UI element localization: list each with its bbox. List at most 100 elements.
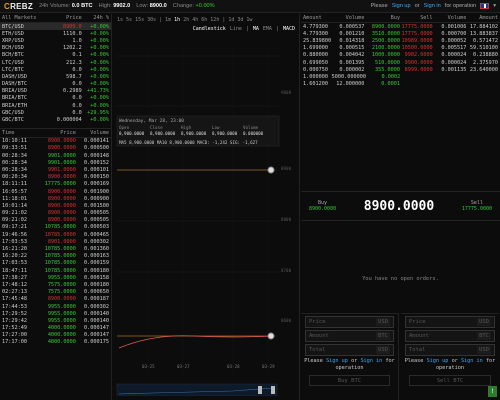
market-row[interactable]: LTC/USD 212.3 +0.00% xyxy=(0,59,111,66)
trade-time: 16:21:20 xyxy=(2,246,27,253)
sell-amount-input[interactable]: Amount BTC xyxy=(405,330,495,342)
orderbook-row[interactable]: 4.779300 0.000537 8900.0000 17775.0000 0.001… xyxy=(301,23,500,30)
trade-price: 9955.0000 xyxy=(47,274,76,281)
markets-header: All Markets Price 24h % xyxy=(0,15,111,23)
trade-volume: 0.000140 xyxy=(84,317,109,324)
logo[interactable]: CREBZ xyxy=(4,2,33,11)
sign-in-link[interactable]: Sign in xyxy=(424,3,441,9)
timeframe-1m[interactable]: 1m xyxy=(165,17,171,23)
price-chart[interactable]: Wednesday, Mar 28, 23:00 Open Close High Lo… xyxy=(113,36,300,396)
orderbook-row[interactable]: 1.699000 0.000515 2100.0000 10500.0000 0.005… xyxy=(301,45,500,52)
market-pair: BCH/BTC xyxy=(2,52,24,59)
timeframe-12h[interactable]: 12h xyxy=(210,17,219,23)
trade-volume: 0.000500 xyxy=(84,145,109,152)
timeframe-6h[interactable]: 6h xyxy=(201,17,207,23)
buy-total-input[interactable]: Total USD xyxy=(305,344,394,356)
market-change: +0.00% xyxy=(90,37,109,44)
market-row[interactable]: BCH/USD 1202.2 +0.00% xyxy=(0,45,111,52)
timeframe-5s[interactable]: 5s xyxy=(126,17,132,23)
market-row[interactable]: LTC/BTC 0.0 +0.00% xyxy=(0,66,111,73)
sell-price-input[interactable]: Price USD xyxy=(405,316,495,328)
market-row[interactable]: BRIA/USD 0.2989 +41.73% xyxy=(0,88,111,95)
orderbook-row[interactable]: 4.779300 0.001210 3510.0000 17775.0000 0.000… xyxy=(301,30,500,37)
indicator-macd[interactable]: MACD xyxy=(283,26,295,32)
orderbook-cell: 0.000515 xyxy=(339,45,365,52)
buy-sign-up-link[interactable]: Sign up xyxy=(326,358,348,364)
navigator-handle-left[interactable] xyxy=(258,386,262,394)
market-row[interactable]: XRP/USD 1.0 +0.00% xyxy=(0,37,111,44)
timeframe-1w[interactable]: 1w xyxy=(246,17,252,23)
market-row[interactable]: DASH/USD 598.7 +0.00% xyxy=(0,73,111,80)
timeframe-4h[interactable]: 4h xyxy=(192,17,198,23)
timeframe-15s[interactable]: 15s xyxy=(135,17,144,23)
orderbook-cell: 13.883837 xyxy=(469,30,499,37)
market-price: 0.0 xyxy=(72,81,82,88)
buy-amount-input[interactable]: Amount BTC xyxy=(305,330,394,342)
orderbook-row[interactable]: 25.839800 0.014318 2500.0000 10989.0000 0.00… xyxy=(301,37,500,44)
price-marker[interactable] xyxy=(267,166,275,174)
chevron-down-icon[interactable]: ▾ xyxy=(493,3,496,9)
sell-sign-in-link[interactable]: Sign in xyxy=(461,358,483,364)
sell-button[interactable]: Sell BTC xyxy=(409,375,491,386)
sign-up-link[interactable]: Sign up xyxy=(392,3,411,9)
trade-price: 8900.0000 xyxy=(47,188,76,195)
trade-volume: 0.000169 xyxy=(84,181,109,188)
navigator-handle-right[interactable] xyxy=(271,386,275,394)
market-row[interactable]: GBC/USD 0.0 +29.95% xyxy=(0,109,111,116)
timeframe-1d[interactable]: 1d xyxy=(228,17,234,23)
trade-volume: 0.000148 xyxy=(84,152,109,159)
trade-time: 10:01:14 xyxy=(2,202,27,209)
orderbook-cell: 23.640000 xyxy=(469,66,499,73)
tf-divider: | xyxy=(222,17,226,23)
mode-line[interactable]: Line xyxy=(230,26,242,32)
sell-total-input[interactable]: Total USD xyxy=(405,344,495,356)
trade-volume: 0.001360 xyxy=(84,246,109,253)
market-pair: LTC/BTC xyxy=(2,66,24,73)
chart-navigator[interactable] xyxy=(116,383,278,396)
market-change: +0.00% xyxy=(90,81,109,88)
buy-sign-in-link[interactable]: Sign in xyxy=(360,358,382,364)
chart-mode-selector: Candlestick Line | MA EMA | MACD xyxy=(192,26,295,32)
buy-button[interactable]: Buy BTC xyxy=(309,375,390,386)
market-row[interactable]: GBC/BTC 0.000004 +0.00% xyxy=(0,116,111,123)
sell-sign-up-link[interactable]: Sign up xyxy=(427,358,449,364)
orderbook-row[interactable]: 0.000750 0.000002 355.0000 8999.0000 0.00113… xyxy=(301,66,500,73)
orderbook-row[interactable]: 0.880000 0.004042 1000.0000 9902.0000 0.0000… xyxy=(301,52,500,59)
timeframe-selector: 1s 5s 15s 30s | 1m 1h 2h 4h 6h 12h | 1d 3d 1w xyxy=(113,14,299,26)
market-row[interactable]: BRIA/BTC 0.0 +0.00% xyxy=(0,95,111,102)
market-row[interactable]: ETH/USD 1110.0 +0.00% xyxy=(0,30,111,37)
trade-volume: 0.000150 xyxy=(84,174,109,181)
timeframe-1h[interactable]: 1h xyxy=(174,17,180,23)
left-panel: All Markets Price 24h % BTC/USD 8900.0 +0.00… xyxy=(0,14,112,400)
indicator-ema[interactable]: EMA xyxy=(263,26,272,32)
timeframe-3d[interactable]: 3d xyxy=(237,17,243,23)
market-change: +0.00% xyxy=(90,30,109,37)
buy-price-input[interactable]: Price USD xyxy=(305,316,394,328)
warning-icon[interactable]: ! xyxy=(488,386,497,397)
orderbook-row[interactable]: 1.601200 12.000000 0.0001 xyxy=(301,81,500,88)
market-row[interactable]: BTC/USD 8900.0 +0.00% xyxy=(0,23,111,31)
best-sell: Sell 17775.0000 xyxy=(461,200,492,212)
trade-price: 8900.0000 xyxy=(47,210,76,217)
market-row[interactable]: DASH/BTC 0.0 +0.00% xyxy=(0,81,111,88)
orderbook-cell: 510.0000 xyxy=(375,59,401,66)
trade-row: 10:10:11 8900.0000 0.000141 xyxy=(0,138,111,145)
market-price: 0.000004 xyxy=(56,117,82,124)
language-flag-icon[interactable] xyxy=(480,3,490,9)
x-axis-label: 03-29 xyxy=(262,364,275,369)
market-row[interactable]: BCH/BTC 0.1 +0.00% xyxy=(0,52,111,59)
orderbook-row[interactable]: 0.699050 0.001395 510.0000 9900.0000 0.00002… xyxy=(301,59,500,66)
orderbook-row[interactable]: 1.000000 5000.000000 0.0002 xyxy=(301,73,500,80)
orderbook-cell: 17.884102 xyxy=(469,23,499,30)
market-row[interactable]: BRIA/ETH 0.0 +0.00% xyxy=(0,102,111,109)
mode-candlestick[interactable]: Candlestick xyxy=(193,26,226,32)
timeframe-30s[interactable]: 30s xyxy=(147,17,156,23)
orderbook-cell: 17775.0000 xyxy=(401,30,433,37)
macd-marker[interactable] xyxy=(267,332,275,340)
market-change: +0.00% xyxy=(90,95,109,102)
timeframe-1s[interactable]: 1s xyxy=(117,17,123,23)
orderbook-cell: 0.000537 xyxy=(339,23,365,30)
indicator-ma[interactable]: MA xyxy=(253,26,259,32)
timeframe-2h[interactable]: 2h xyxy=(183,17,189,23)
trade-volume: 0.000147 xyxy=(84,325,109,332)
